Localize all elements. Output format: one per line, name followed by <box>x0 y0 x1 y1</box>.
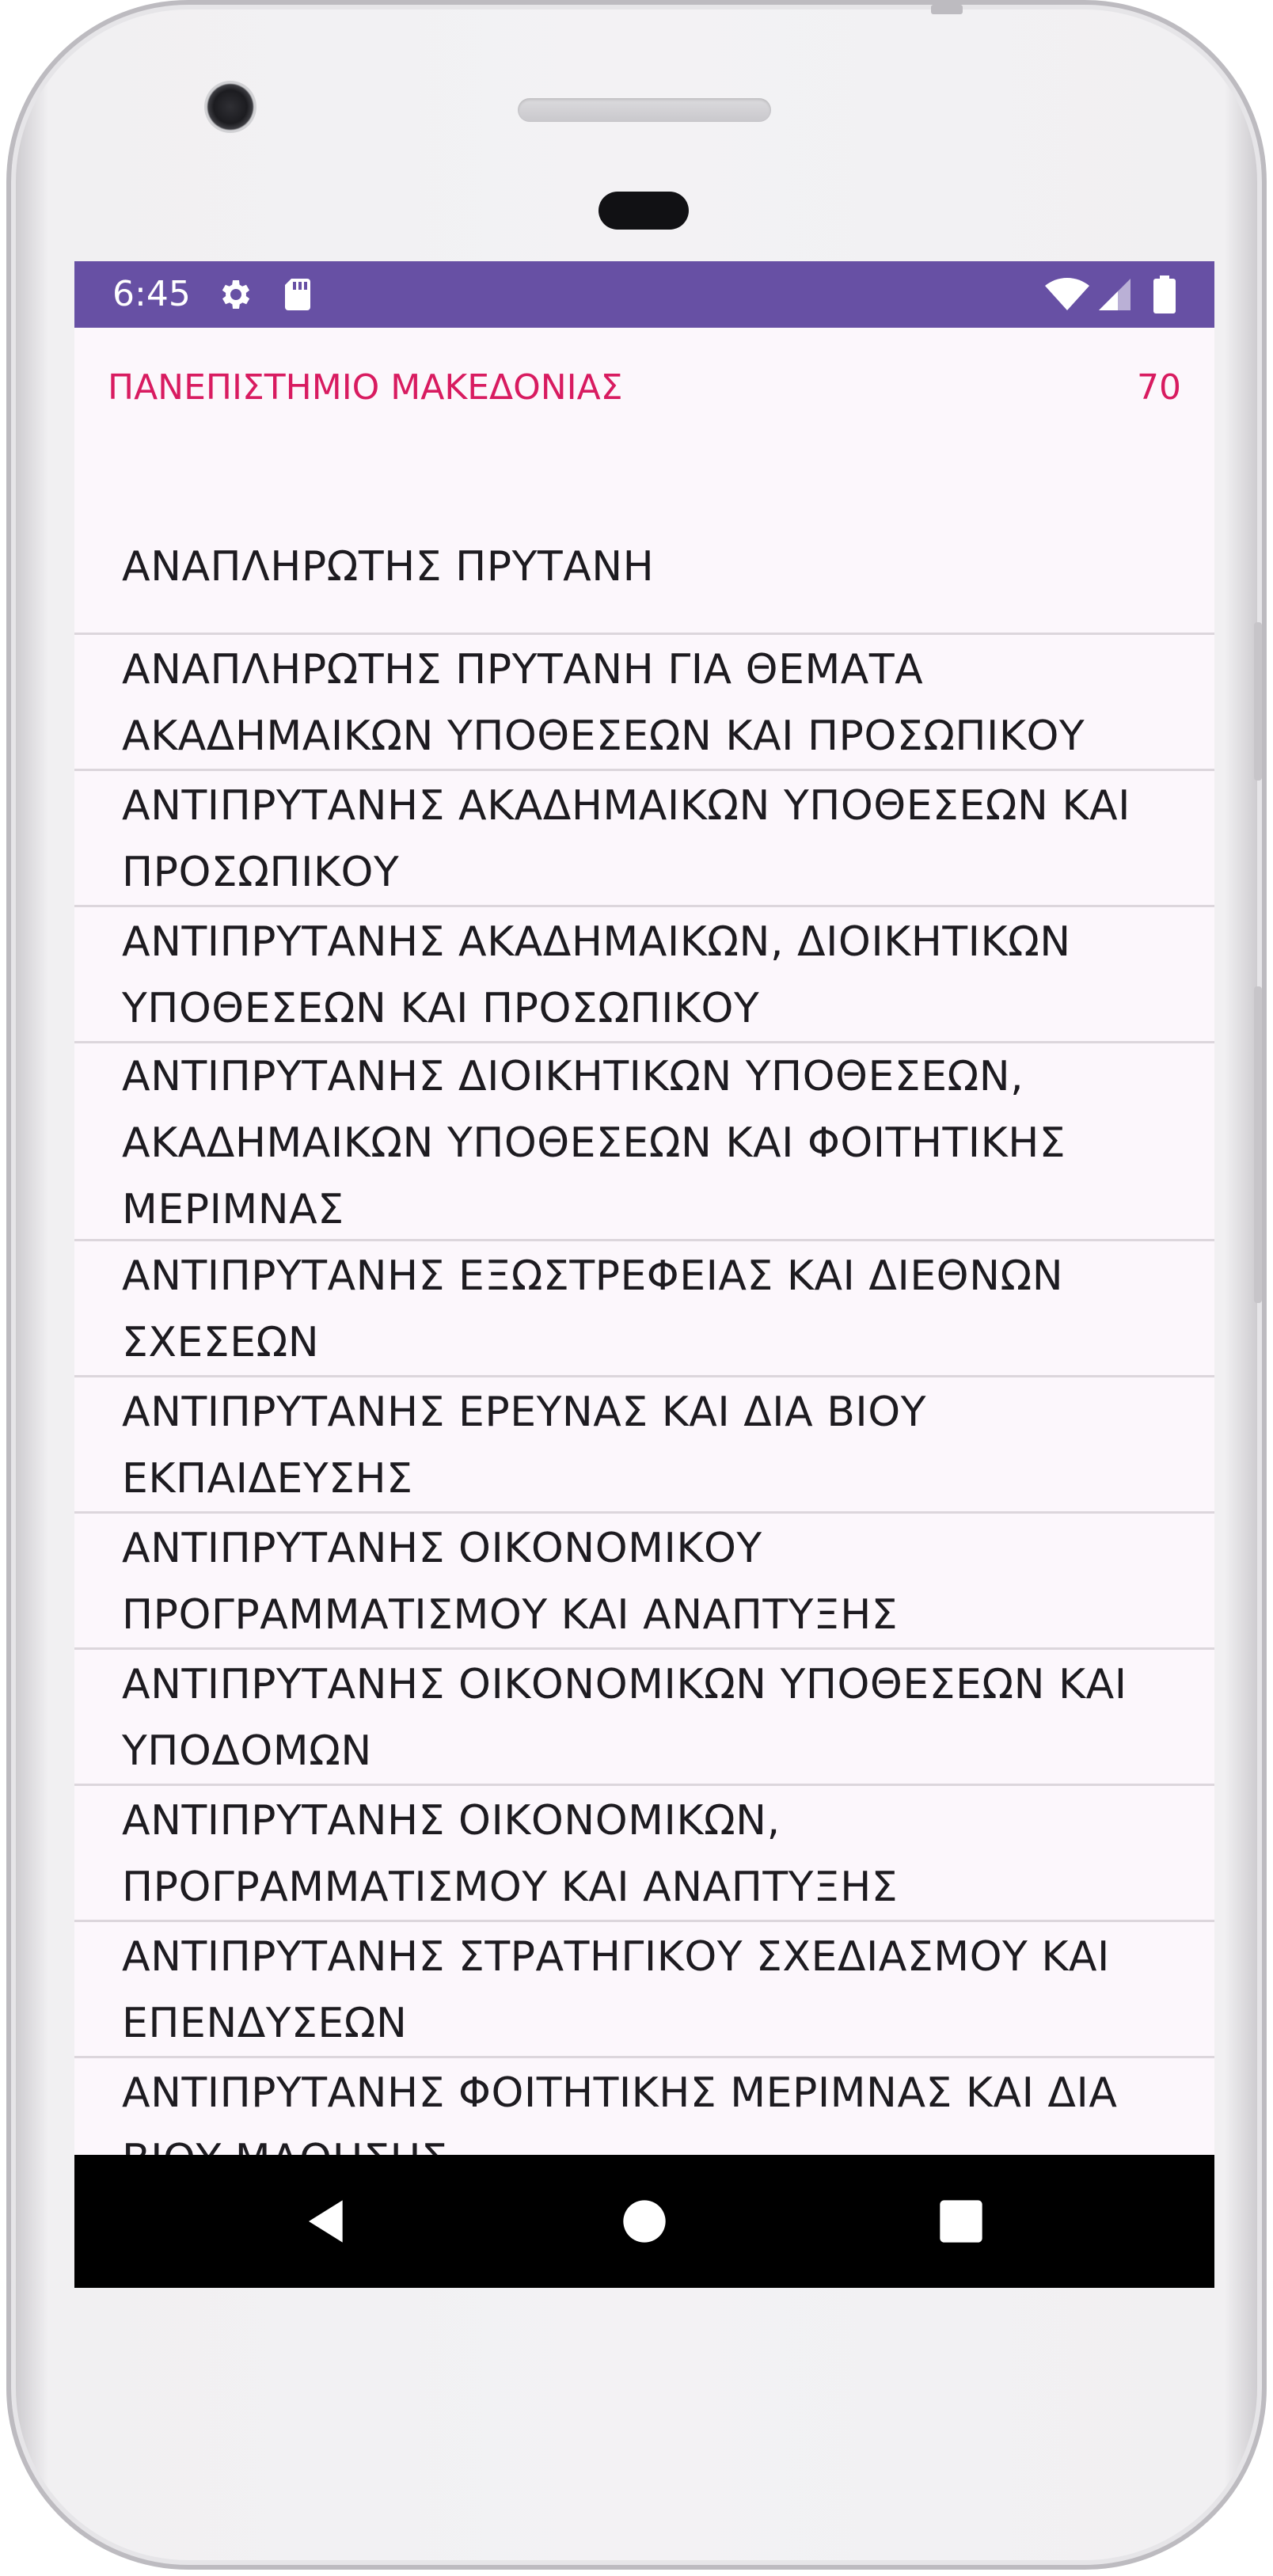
list-item-text: ΠΡΟΣΩΠΙΚΟΥ <box>122 849 400 896</box>
positions-list: ΑΝΑΠΛΗΡΩΤΗΣ ΠΡΥΤΑΝΗ ΑΝΑΠΛΗΡΩΤΗΣ ΠΡΥΤΑΝΗ … <box>74 499 1214 2194</box>
list-item-text: ΑΚΑΔΗΜΑΙΚΩΝ ΥΠΟΘΕΣΕΩΝ ΚΑΙ ΠΡΟΣΩΠΙΚΟΥ <box>122 712 1085 760</box>
list-item-text: ΑΝΤΙΠΡΥΤΑΝΗΣ ΑΚΑΔΗΜΑΙΚΩΝ, ΔΙΟΙΚΗΤΙΚΩΝ <box>122 918 1071 966</box>
device-screen: 6:45 ΠΑΝΕΠΙΣΤΗΜΙΟ ΜΑΚΕΔΟΝΙΑΣ 70 ΑΝΑΠΛΗΡΩ… <box>74 261 1214 2288</box>
list-item-text: ΑΝΤΙΠΡΥΤΑΝΗΣ ΑΚΑΔΗΜΑΙΚΩΝ ΥΠΟΘΕΣΕΩΝ ΚΑΙ <box>122 782 1130 830</box>
status-time: 6:45 <box>112 274 191 314</box>
recents-icon[interactable] <box>936 2196 986 2247</box>
list-item-text: ΥΠΟΘΕΣΕΩΝ ΚΑΙ ΠΡΟΣΩΠΙΚΟΥ <box>122 985 760 1032</box>
list-item-text: ΑΝΤΙΠΡΥΤΑΝΗΣ ΔΙΟΙΚΗΤΙΚΩΝ ΥΠΟΘΕΣΕΩΝ, <box>122 1053 1024 1100</box>
list-item-text: ΑΝΤΙΠΡΥΤΑΝΗΣ ΟΙΚΟΝΟΜΙΚΩΝ, <box>122 1797 781 1845</box>
list-item[interactable]: ΑΝΤΙΠΡΥΤΑΝΗΣ ΕΡΕΥΝΑΣ ΚΑΙ ΔΙΑ ΒΙΟΥ ΕΚΠΑΙΔ… <box>74 1377 1214 1514</box>
list-item-text: ΥΠΟΔΟΜΩΝ <box>122 1727 372 1775</box>
list-item[interactable]: ΑΝΤΙΠΡΥΤΑΝΗΣ ΟΙΚΟΝΟΜΙΚΟΥ ΠΡΟΓΡΑΜΜΑΤΙΣΜΟΥ… <box>74 1514 1214 1650</box>
list-item-text: ΑΝΤΙΠΡΥΤΑΝΗΣ ΣΤΡΑΤΗΓΙΚΟΥ ΣΧΕΔΙΑΣΜΟΥ ΚΑΙ <box>122 1933 1110 1981</box>
list-item-text: ΑΝΤΙΠΡΥΤΑΝΗΣ ΕΞΩΣΤΡΕΦΕΙΑΣ ΚΑΙ ΔΙΕΘΝΩΝ <box>122 1252 1064 1300</box>
phone-top-button <box>931 5 963 14</box>
list-item-text: ΣΧΕΣΕΩΝ <box>122 1319 320 1366</box>
list-item[interactable]: ΑΝΤΙΠΡΥΤΑΝΗΣ ΟΙΚΟΝΟΜΙΚΩΝ ΥΠΟΘΕΣΕΩΝ ΚΑΙ Υ… <box>74 1650 1214 1786</box>
phone-power-button <box>1254 622 1262 781</box>
front-camera <box>204 81 256 133</box>
list-item-text: ΑΝΑΠΛΗΡΩΤΗΣ ΠΡΥΤΑΝΗ <box>122 543 655 591</box>
list-item-text: ΑΝΤΙΠΡΥΤΑΝΗΣ ΦΟΙΤΗΤΙΚΗΣ ΜΕΡΙΜΝΑΣ ΚΑΙ ΔΙΑ <box>122 2069 1118 2117</box>
back-icon[interactable] <box>302 2196 353 2247</box>
list-item-text: ΠΡΟΓΡΑΜΜΑΤΙΣΜΟΥ ΚΑΙ ΑΝΑΠΤΥΞΗΣ <box>122 1591 899 1639</box>
result-count: 70 <box>1137 367 1181 408</box>
list-item-text: ΑΝΤΙΠΡΥΤΑΝΗΣ ΕΡΕΥΝΑΣ ΚΑΙ ΔΙΑ ΒΙΟΥ <box>122 1389 926 1436</box>
list-item[interactable]: ΑΝΤΙΠΡΥΤΑΝΗΣ ΟΙΚΟΝΟΜΙΚΩΝ, ΠΡΟΓΡΑΜΜΑΤΙΣΜΟ… <box>74 1786 1214 1922</box>
earpiece-speaker <box>518 98 771 122</box>
list-item-text: ΜΕΡΙΜΝΑΣ <box>122 1186 344 1233</box>
list-item[interactable]: ΑΝΑΠΛΗΡΩΤΗΣ ΠΡΥΤΑΝΗ ΓΙΑ ΘΕΜΑΤΑ ΑΚΑΔΗΜΑΙΚ… <box>74 635 1214 771</box>
list-item[interactable]: ΑΝΤΙΠΡΥΤΑΝΗΣ ΕΞΩΣΤΡΕΦΕΙΑΣ ΚΑΙ ΔΙΕΘΝΩΝ ΣΧ… <box>74 1241 1214 1377</box>
list-item[interactable]: ΑΝΤΙΠΡΥΤΑΝΗΣ ΑΚΑΔΗΜΑΙΚΩΝ, ΔΙΟΙΚΗΤΙΚΩΝ ΥΠ… <box>74 907 1214 1043</box>
wifi-icon <box>1045 278 1089 310</box>
sd-card-icon <box>285 279 310 310</box>
list-item[interactable]: ΑΝΑΠΛΗΡΩΤΗΣ ΠΡΥΤΑΝΗ <box>74 499 1214 635</box>
proximity-sensor <box>598 192 689 230</box>
list-item[interactable]: ΑΝΤΙΠΡΥΤΑΝΗΣ ΑΚΑΔΗΜΑΙΚΩΝ ΥΠΟΘΕΣΕΩΝ ΚΑΙ Π… <box>74 771 1214 907</box>
navigation-bar <box>74 2155 1214 2288</box>
phone-volume-button <box>1254 986 1262 1303</box>
list-item-text: ΑΝΤΙΠΡΥΤΑΝΗΣ ΟΙΚΟΝΟΜΙΚΩΝ ΥΠΟΘΕΣΕΩΝ ΚΑΙ <box>122 1661 1127 1708</box>
list-item-text: ΕΚΠΑΙΔΕΥΣΗΣ <box>122 1455 413 1503</box>
app-header: ΠΑΝΕΠΙΣΤΗΜΙΟ ΜΑΚΕΔΟΝΙΑΣ 70 <box>74 328 1214 423</box>
home-icon[interactable] <box>619 2196 670 2247</box>
list-item-text: ΑΝΑΠΛΗΡΩΤΗΣ ΠΡΥΤΑΝΗ ΓΙΑ ΘΕΜΑΤΑ <box>122 646 924 693</box>
university-title: ΠΑΝΕΠΙΣΤΗΜΙΟ ΜΑΚΕΔΟΝΙΑΣ <box>108 367 623 408</box>
cell-signal-icon <box>1099 279 1130 310</box>
list-item-text: ΑΝΤΙΠΡΥΤΑΝΗΣ ΟΙΚΟΝΟΜΙΚΟΥ <box>122 1525 762 1572</box>
status-bar: 6:45 <box>74 261 1214 328</box>
phone-frame: 6:45 ΠΑΝΕΠΙΣΤΗΜΙΟ ΜΑΚΕΔΟΝΙΑΣ 70 ΑΝΑΠΛΗΡΩ… <box>6 0 1267 2570</box>
list-item-text: ΕΠΕΝΔΥΣΕΩΝ <box>122 2000 408 2047</box>
list-item-text: ΠΡΟΓΡΑΜΜΑΤΙΣΜΟΥ ΚΑΙ ΑΝΑΠΤΥΞΗΣ <box>122 1864 899 1911</box>
list-item[interactable]: ΑΝΤΙΠΡΥΤΑΝΗΣ ΔΙΟΙΚΗΤΙΚΩΝ ΥΠΟΘΕΣΕΩΝ, ΑΚΑΔ… <box>74 1043 1214 1241</box>
list-item[interactable]: ΑΝΤΙΠΡΥΤΑΝΗΣ ΣΤΡΑΤΗΓΙΚΟΥ ΣΧΕΔΙΑΣΜΟΥ ΚΑΙ … <box>74 1922 1214 2058</box>
gear-icon <box>222 280 250 309</box>
list-item-text: ΑΚΑΔΗΜΑΙΚΩΝ ΥΠΟΘΕΣΕΩΝ ΚΑΙ ΦΟΙΤΗΤΙΚΗΣ <box>122 1119 1066 1167</box>
battery-icon <box>1153 275 1176 313</box>
